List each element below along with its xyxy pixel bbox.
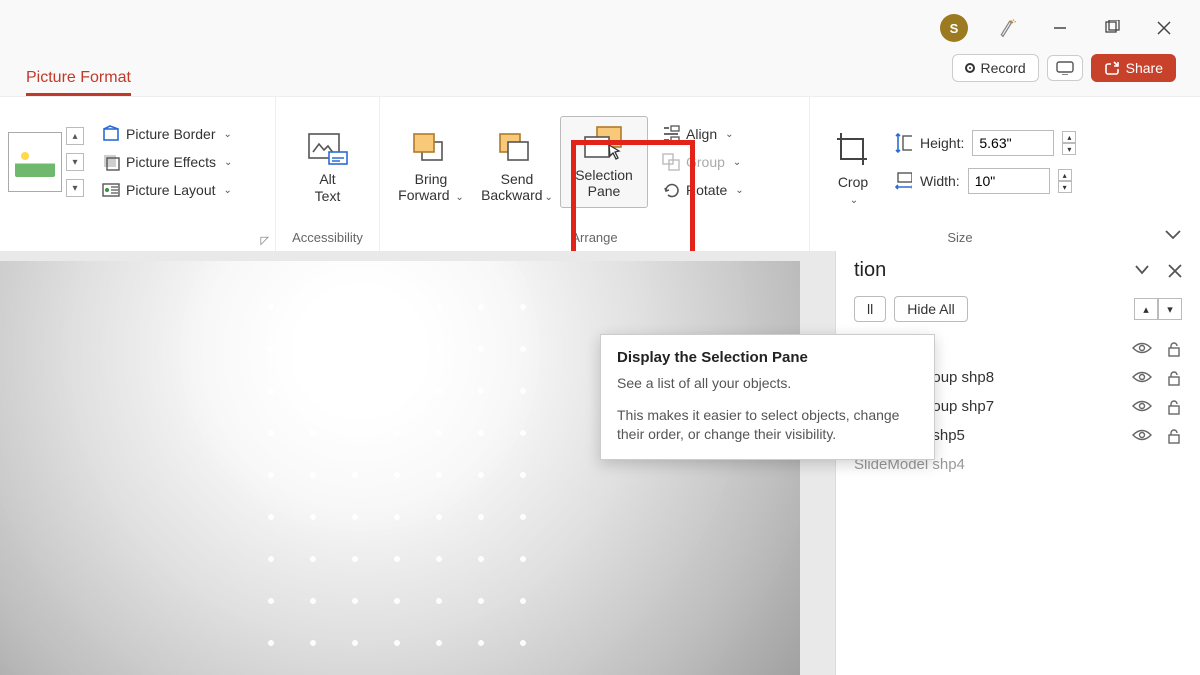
share-button[interactable]: Share — [1091, 54, 1176, 82]
eye-icon[interactable] — [1132, 370, 1152, 386]
chevron-down-icon: ⌄ — [224, 157, 232, 168]
titlebar: S — [0, 0, 1200, 56]
style-thumb[interactable] — [8, 132, 62, 192]
close-button[interactable] — [1152, 16, 1176, 40]
crop-button[interactable]: Crop⌄ — [818, 117, 888, 207]
avatar[interactable]: S — [940, 14, 968, 42]
tab-strip: Picture Format Record Share — [0, 56, 1200, 96]
align-icon — [662, 125, 680, 143]
group-icon — [662, 153, 680, 171]
chevron-down-icon: ⌄ — [224, 185, 232, 196]
move-down-button[interactable]: ▾ — [1158, 298, 1182, 320]
picture-effects-menu[interactable]: Picture Effects ⌄ — [102, 153, 232, 171]
rotate-menu[interactable]: Rotate ⌄ — [662, 181, 744, 199]
crop-icon — [833, 129, 873, 169]
hide-all-button[interactable]: Hide All — [894, 296, 967, 322]
chevron-down-icon: ⌄ — [733, 157, 741, 168]
chevron-down-icon: ⌄ — [735, 185, 743, 196]
minimize-button[interactable] — [1048, 16, 1072, 40]
chevron-down-icon: ⌄ — [455, 192, 463, 203]
width-input[interactable] — [968, 168, 1050, 194]
picture-effects-icon — [102, 153, 120, 171]
selection-pane-button[interactable]: SelectionPane — [560, 116, 648, 208]
present-icon — [1056, 61, 1074, 75]
group-label-accessibility: Accessibility — [276, 227, 379, 251]
send-backward-button[interactable]: SendBackward⌄ — [474, 120, 560, 204]
gallery-more[interactable]: ▾ — [66, 179, 84, 197]
tooltip-line2: This makes it easier to select objects, … — [617, 406, 918, 445]
slide-canvas[interactable] — [0, 251, 835, 675]
chevron-down-icon[interactable] — [1134, 264, 1150, 278]
record-icon — [965, 63, 975, 73]
show-all-button[interactable]: ll — [854, 296, 886, 322]
group-label-size: Size — [810, 227, 1110, 251]
group-menu: Group ⌄ — [662, 153, 744, 171]
picture-styles-gallery[interactable]: ▴ ▾ ▾ — [8, 127, 92, 197]
picture-border-menu[interactable]: Picture Border ⌄ — [102, 125, 232, 143]
picture-layout-menu[interactable]: Picture Layout ⌄ — [102, 181, 232, 199]
group-label-arrange: Arrange — [380, 227, 809, 251]
tooltip-line1: See a list of all your objects. — [617, 374, 918, 394]
eye-icon[interactable] — [1132, 428, 1152, 444]
picture-layout-label: Picture Layout — [126, 182, 216, 198]
picture-effects-label: Picture Effects — [126, 154, 216, 170]
align-label: Align — [686, 126, 717, 142]
gallery-down[interactable]: ▾ — [66, 153, 84, 171]
share-icon — [1104, 60, 1120, 76]
chevron-down-icon: ⌄ — [223, 129, 231, 140]
align-menu[interactable]: Align ⌄ — [662, 125, 744, 143]
content-area: tion ll Hide All ▴ ▾ Model shp6 SliModel… — [0, 251, 1200, 675]
width-down[interactable]: ▾ — [1058, 181, 1072, 193]
collapse-ribbon-button[interactable] — [1164, 229, 1182, 241]
eye-icon[interactable] — [1132, 399, 1152, 415]
send-backward-icon — [496, 132, 538, 166]
width-label: Width: — [920, 173, 960, 189]
picture-border-label: Picture Border — [126, 126, 215, 142]
lock-icon[interactable] — [1166, 399, 1182, 415]
lock-icon[interactable] — [1166, 428, 1182, 444]
gallery-up[interactable]: ▴ — [66, 127, 84, 145]
lock-icon[interactable] — [1166, 341, 1182, 357]
present-button[interactable] — [1047, 55, 1083, 81]
group-label: Group — [686, 154, 725, 170]
share-label: Share — [1126, 60, 1163, 76]
chevron-down-icon: ⌄ — [545, 192, 553, 203]
mic-icon[interactable] — [996, 16, 1020, 40]
tab-picture-format[interactable]: Picture Format — [26, 69, 131, 96]
ribbon: ▴ ▾ ▾ Picture Border ⌄ Picture Effects ⌄ P… — [0, 96, 1200, 251]
rotate-icon — [662, 181, 680, 199]
height-down[interactable]: ▾ — [1062, 143, 1076, 155]
alt-text-icon — [307, 132, 349, 166]
record-label: Record — [981, 60, 1026, 76]
record-button[interactable]: Record — [952, 54, 1039, 82]
bring-forward-icon — [410, 132, 452, 166]
selection-pane-title: tion — [854, 259, 886, 282]
chevron-down-icon: ⌄ — [850, 195, 858, 206]
dots-overlay — [250, 286, 550, 646]
move-up-button[interactable]: ▴ — [1134, 298, 1158, 320]
maximize-button[interactable] — [1100, 16, 1124, 40]
chevron-down-icon: ⌄ — [725, 129, 733, 140]
selection-pane: tion ll Hide All ▴ ▾ Model shp6 SliModel… — [835, 251, 1200, 675]
bring-forward-button[interactable]: BringForward ⌄ — [388, 120, 474, 204]
height-input[interactable] — [972, 130, 1054, 156]
picture-layout-icon — [102, 181, 120, 199]
height-up[interactable]: ▴ — [1062, 131, 1076, 143]
tooltip-title: Display the Selection Pane — [617, 349, 918, 366]
lock-icon[interactable] — [1166, 370, 1182, 386]
close-pane-button[interactable] — [1168, 264, 1182, 278]
width-up[interactable]: ▴ — [1058, 169, 1072, 181]
eye-icon[interactable] — [1132, 341, 1152, 357]
dialog-launcher-icon[interactable]: ◸ — [261, 234, 269, 247]
height-icon — [894, 134, 912, 152]
tooltip: Display the Selection Pane See a list of… — [600, 334, 935, 460]
picture-border-icon — [102, 125, 120, 143]
height-label: Height: — [920, 135, 964, 151]
rotate-label: Rotate — [686, 182, 727, 198]
width-icon — [894, 172, 912, 190]
alt-text-button[interactable]: AltText — [285, 120, 371, 203]
selection-pane-icon — [579, 125, 629, 163]
